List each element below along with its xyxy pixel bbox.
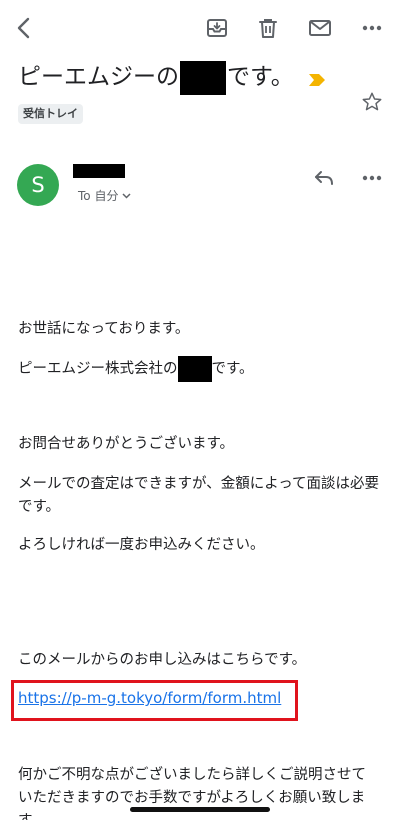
company-text-end: です。 — [211, 361, 254, 377]
body-company-line: ピーエムジー株式会社の です。 — [18, 356, 378, 382]
star-button[interactable] — [358, 88, 386, 116]
more-icon — [362, 25, 382, 31]
body-thanks: お問合せありがとうございます。 — [18, 436, 235, 452]
body-request: よろしければ一度お申込みください。 — [18, 537, 265, 553]
delete-button[interactable] — [252, 12, 284, 44]
subject-text-end: です。 — [227, 64, 294, 90]
archive-button[interactable] — [201, 12, 233, 44]
subject-text-start: ピーエムジーの — [18, 64, 179, 90]
toolbar — [0, 0, 400, 56]
recipient-label: To 自分 — [78, 189, 119, 203]
subject-row: ピーエムジーの です。 — [18, 58, 348, 96]
body-greeting: お世話になっております。 — [18, 321, 190, 337]
redacted-staff-name — [177, 356, 212, 382]
redacted-name — [180, 60, 226, 95]
company-text-start: ピーエムジー株式会社の — [18, 361, 178, 377]
more-icon — [362, 175, 382, 181]
important-marker-icon[interactable] — [308, 73, 326, 87]
reply-icon — [315, 171, 333, 185]
home-indicator[interactable] — [130, 807, 270, 812]
mail-icon — [309, 20, 331, 36]
message-more-button[interactable] — [358, 164, 386, 192]
body-assessment: メールでの査定はできますが、金額によって面談は必要です。 — [18, 476, 380, 515]
redacted-sender-name[interactable] — [73, 164, 125, 178]
recipient-details[interactable]: To 自分 — [78, 187, 131, 204]
back-button[interactable] — [8, 12, 40, 44]
trash-icon — [259, 19, 277, 38]
chevron-down-icon — [122, 192, 131, 199]
more-options-button[interactable] — [356, 12, 388, 44]
body-link-intro: このメールからのお申し込みはこちらです。 — [18, 652, 307, 668]
sender-avatar[interactable]: S — [17, 164, 59, 206]
star-icon — [362, 92, 382, 111]
form-link[interactable]: https://p-m-g.tokyo/form/form.html — [18, 686, 281, 710]
archive-icon — [207, 19, 227, 37]
mark-unread-button[interactable] — [304, 12, 336, 44]
inbox-label-chip[interactable]: 受信トレイ — [18, 104, 83, 124]
reply-button[interactable] — [310, 164, 338, 192]
back-icon — [17, 17, 30, 39]
email-subject: ピーエムジーの です。 — [18, 60, 294, 95]
